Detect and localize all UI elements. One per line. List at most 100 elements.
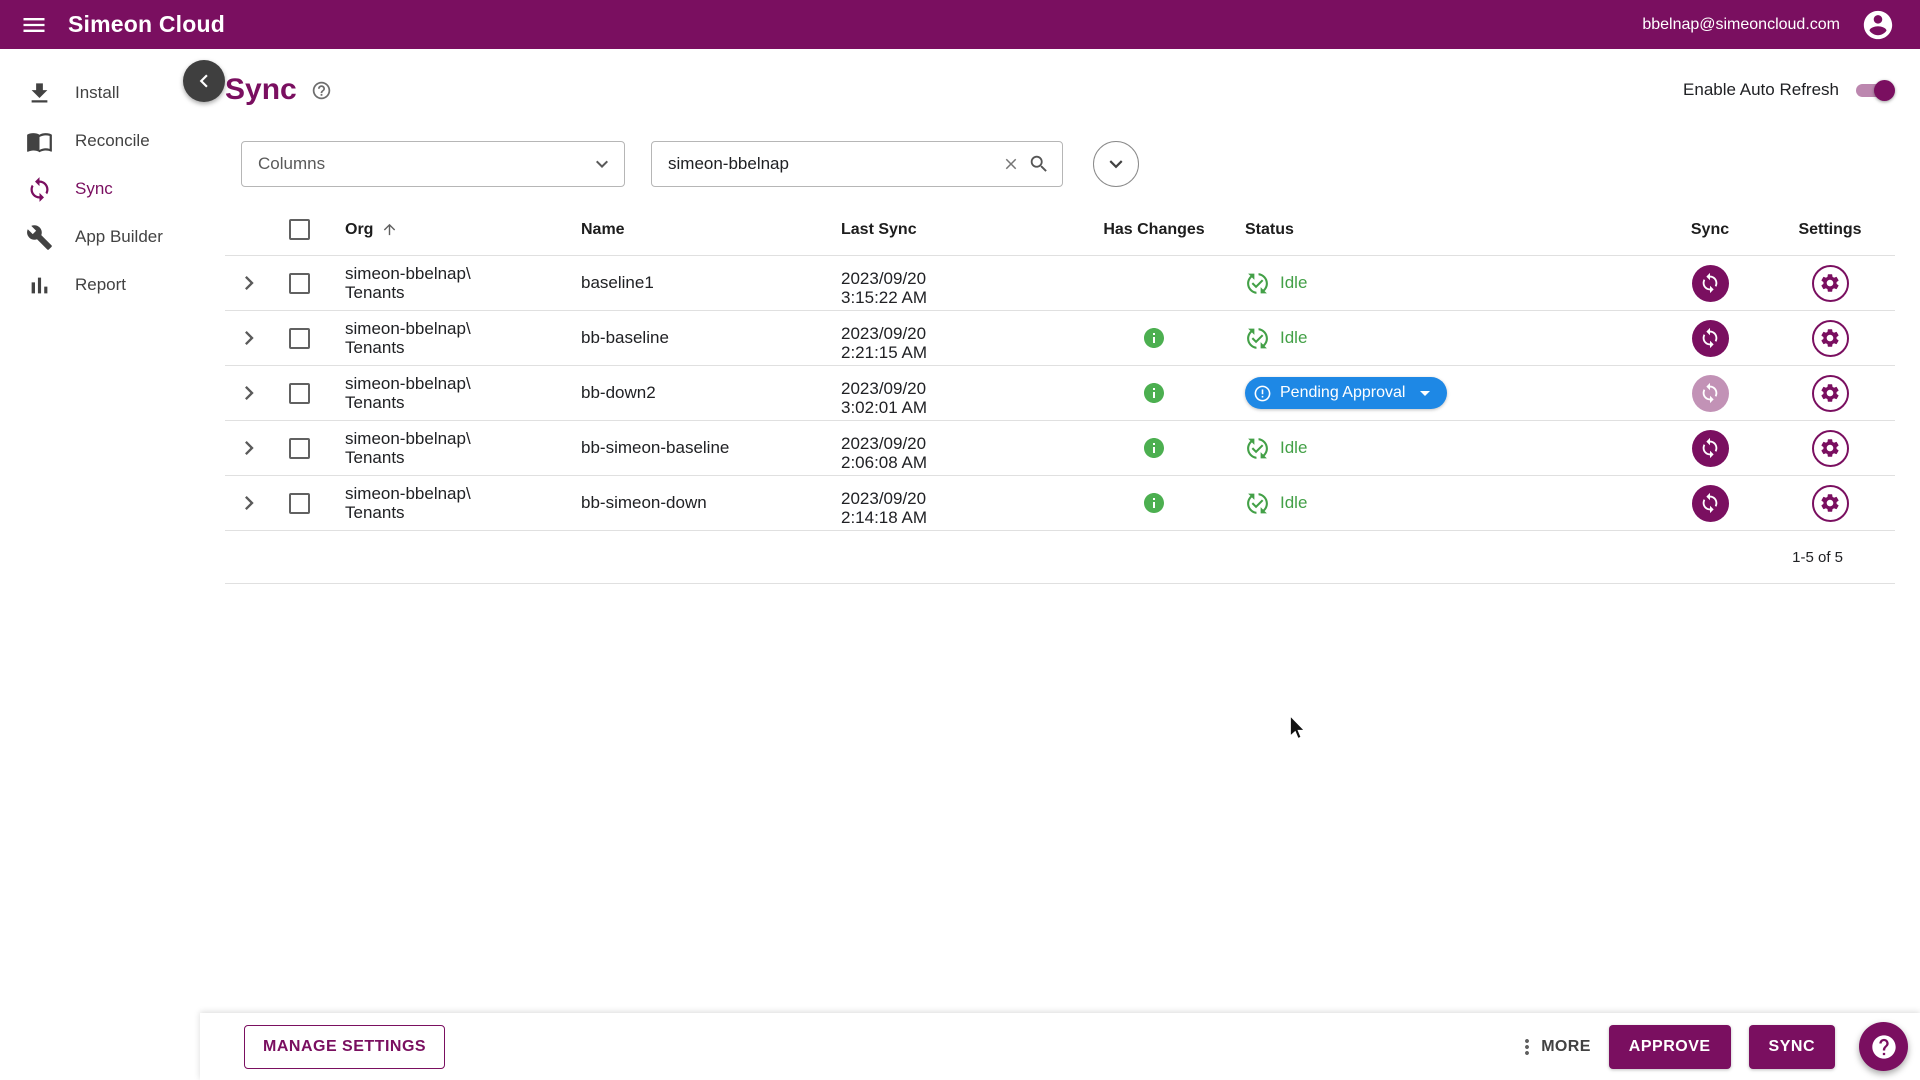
help-fab-button[interactable] <box>1859 1022 1908 1071</box>
idle-sync-check-icon <box>1245 326 1270 351</box>
table-footer: 1-5 of 5 <box>225 531 1895 584</box>
status-cell: Idle <box>1229 491 1655 516</box>
row-expand-icon[interactable] <box>232 486 266 520</box>
status-cell: Pending Approval <box>1229 377 1655 409</box>
sidebar-item-label: App Builder <box>75 227 163 247</box>
columns-select[interactable]: Columns <box>241 141 625 187</box>
has-changes-cell <box>1079 326 1229 350</box>
page-title: Sync <box>225 73 297 107</box>
sync-button[interactable]: SYNC <box>1749 1025 1835 1069</box>
idle-sync-check-icon <box>1245 436 1270 461</box>
help-icon[interactable] <box>311 80 332 101</box>
row-checkbox[interactable] <box>289 438 310 459</box>
has-changes-cell <box>1079 381 1229 405</box>
sidebar-item-app-builder[interactable]: App Builder <box>0 213 200 261</box>
has-changes-cell <box>1079 491 1229 515</box>
caret-down-icon <box>1413 381 1437 405</box>
last-sync-cell: 2023/09/203:15:22 AM <box>829 260 1079 307</box>
row-settings-button[interactable] <box>1812 320 1849 357</box>
approve-button[interactable]: APPROVE <box>1609 1025 1731 1069</box>
org-cell: simeon-bbelnap\Tenants <box>345 429 471 467</box>
table-header-row: Org Name Last Sync Has Changes Status Sy… <box>225 204 1895 256</box>
has-changes-info-icon[interactable] <box>1142 381 1166 405</box>
name-cell: bb-simeon-down <box>581 493 707 513</box>
sort-ascending-icon[interactable] <box>381 221 398 238</box>
sidebar-item-reconcile[interactable]: Reconcile <box>0 117 200 165</box>
sidebar-item-report[interactable]: Report <box>0 261 200 309</box>
has-changes-info-icon[interactable] <box>1142 326 1166 350</box>
org-cell: simeon-bbelnap\Tenants <box>345 374 471 412</box>
row-checkbox[interactable] <box>289 273 310 294</box>
account-circle-icon[interactable] <box>1858 5 1898 45</box>
bottom-action-bar: MANAGE SETTINGS MORE APPROVE SYNC <box>200 1013 1920 1080</box>
sidebar: Install Reconcile Sync App Builder Repor… <box>0 49 200 1013</box>
org-cell: simeon-bbelnap\Tenants <box>345 484 471 522</box>
search-box <box>651 141 1063 187</box>
last-sync-cell: 2023/09/202:21:15 AM <box>829 315 1079 362</box>
status-idle: Idle <box>1245 491 1307 516</box>
status-label: Idle <box>1280 438 1307 458</box>
row-settings-button[interactable] <box>1812 265 1849 302</box>
search-input[interactable] <box>668 154 1002 174</box>
sync-icon <box>26 176 53 203</box>
sidebar-item-label: Reconcile <box>75 131 150 151</box>
header-org[interactable]: Org <box>345 221 373 239</box>
row-settings-button[interactable] <box>1812 430 1849 467</box>
row-settings-button[interactable] <box>1812 485 1849 522</box>
row-sync-button[interactable] <box>1692 430 1729 467</box>
row-expand-icon[interactable] <box>232 431 266 465</box>
download-icon <box>26 80 53 107</box>
sync-table: Org Name Last Sync Has Changes Status Sy… <box>225 204 1895 584</box>
expand-filters-button[interactable] <box>1093 141 1139 187</box>
last-sync-cell: 2023/09/202:06:08 AM <box>829 425 1079 472</box>
row-checkbox[interactable] <box>289 383 310 404</box>
select-all-checkbox[interactable] <box>289 219 310 240</box>
status-label: Idle <box>1280 328 1307 348</box>
row-checkbox[interactable] <box>289 328 310 349</box>
hamburger-menu-icon[interactable] <box>10 1 58 49</box>
main-content: Sync Enable Auto Refresh Columns <box>200 49 1920 1013</box>
manage-settings-button[interactable]: MANAGE SETTINGS <box>244 1025 445 1069</box>
pagination-label: 1-5 of 5 <box>1792 549 1843 566</box>
sidebar-item-install[interactable]: Install <box>0 69 200 117</box>
table-row: simeon-bbelnap\Tenants baseline1 2023/09… <box>225 256 1895 311</box>
table-row: simeon-bbelnap\Tenants bb-simeon-baselin… <box>225 421 1895 476</box>
table-row: simeon-bbelnap\Tenants bb-simeon-down 20… <box>225 476 1895 531</box>
status-idle: Idle <box>1245 271 1307 296</box>
row-expand-icon[interactable] <box>232 321 266 355</box>
row-sync-button[interactable] <box>1692 265 1729 302</box>
header-status: Status <box>1245 221 1294 239</box>
has-changes-cell <box>1079 436 1229 460</box>
row-settings-button[interactable] <box>1812 375 1849 412</box>
clear-search-icon[interactable] <box>1002 155 1020 173</box>
sidebar-item-label: Install <box>75 83 119 103</box>
chevron-down-icon <box>590 152 614 176</box>
row-expand-icon[interactable] <box>232 376 266 410</box>
search-icon[interactable] <box>1028 153 1050 175</box>
auto-refresh-toggle[interactable] <box>1853 79 1895 101</box>
header-name[interactable]: Name <box>581 221 625 239</box>
row-expand-icon[interactable] <box>232 266 266 300</box>
row-sync-button[interactable] <box>1692 375 1729 412</box>
pending-approval-button[interactable]: Pending Approval <box>1245 377 1447 409</box>
collapse-sidebar-button[interactable] <box>183 60 225 102</box>
has-changes-info-icon[interactable] <box>1142 491 1166 515</box>
row-checkbox[interactable] <box>289 493 310 514</box>
more-button[interactable]: MORE <box>1515 1035 1591 1059</box>
wrench-icon <box>26 224 53 251</box>
table-row: simeon-bbelnap\Tenants bb-down2 2023/09/… <box>225 366 1895 421</box>
user-email: bbelnap@simeoncloud.com <box>1642 16 1840 34</box>
more-label: MORE <box>1541 1038 1591 1056</box>
status-cell: Idle <box>1229 436 1655 461</box>
row-sync-button[interactable] <box>1692 485 1729 522</box>
row-sync-button[interactable] <box>1692 320 1729 357</box>
header-last-sync[interactable]: Last Sync <box>841 221 917 239</box>
status-label: Idle <box>1280 273 1307 293</box>
status-label: Idle <box>1280 493 1307 513</box>
book-icon <box>26 128 53 155</box>
last-sync-cell: 2023/09/202:14:18 AM <box>829 480 1079 527</box>
has-changes-info-icon[interactable] <box>1142 436 1166 460</box>
sidebar-item-sync[interactable]: Sync <box>0 165 200 213</box>
columns-select-label: Columns <box>258 154 325 174</box>
app-title: Simeon Cloud <box>68 11 225 38</box>
